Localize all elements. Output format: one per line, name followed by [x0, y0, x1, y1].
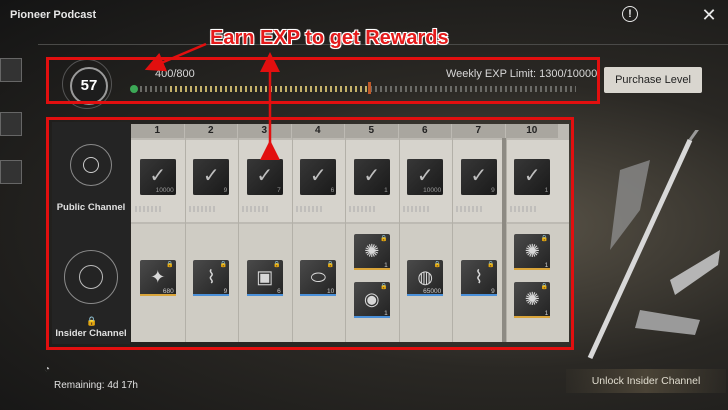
- side-tab[interactable]: [0, 160, 22, 184]
- weapon-art: [587, 130, 720, 360]
- side-tab[interactable]: [0, 58, 22, 82]
- close-icon[interactable]: ✕: [700, 6, 718, 24]
- blade-weapon: [635, 310, 700, 335]
- purchase-level-button[interactable]: Purchase Level: [604, 67, 702, 93]
- app-title: Pioneer Podcast: [10, 9, 97, 21]
- info-icon[interactable]: !: [622, 6, 638, 22]
- gun-weapon: [670, 250, 720, 295]
- sword-hilt: [688, 130, 699, 141]
- exp-bar-highlight: [46, 57, 600, 104]
- rewards-highlight: [46, 117, 574, 350]
- annotation-title: Earn EXP to get Rewards: [210, 27, 449, 49]
- unlock-insider-channel-button[interactable]: Unlock Insider Channel: [566, 369, 726, 393]
- remaining-time: Remaining: 4d 17h: [54, 380, 138, 391]
- refresh-icon: ◔: [44, 364, 51, 375]
- side-tab[interactable]: [0, 112, 22, 136]
